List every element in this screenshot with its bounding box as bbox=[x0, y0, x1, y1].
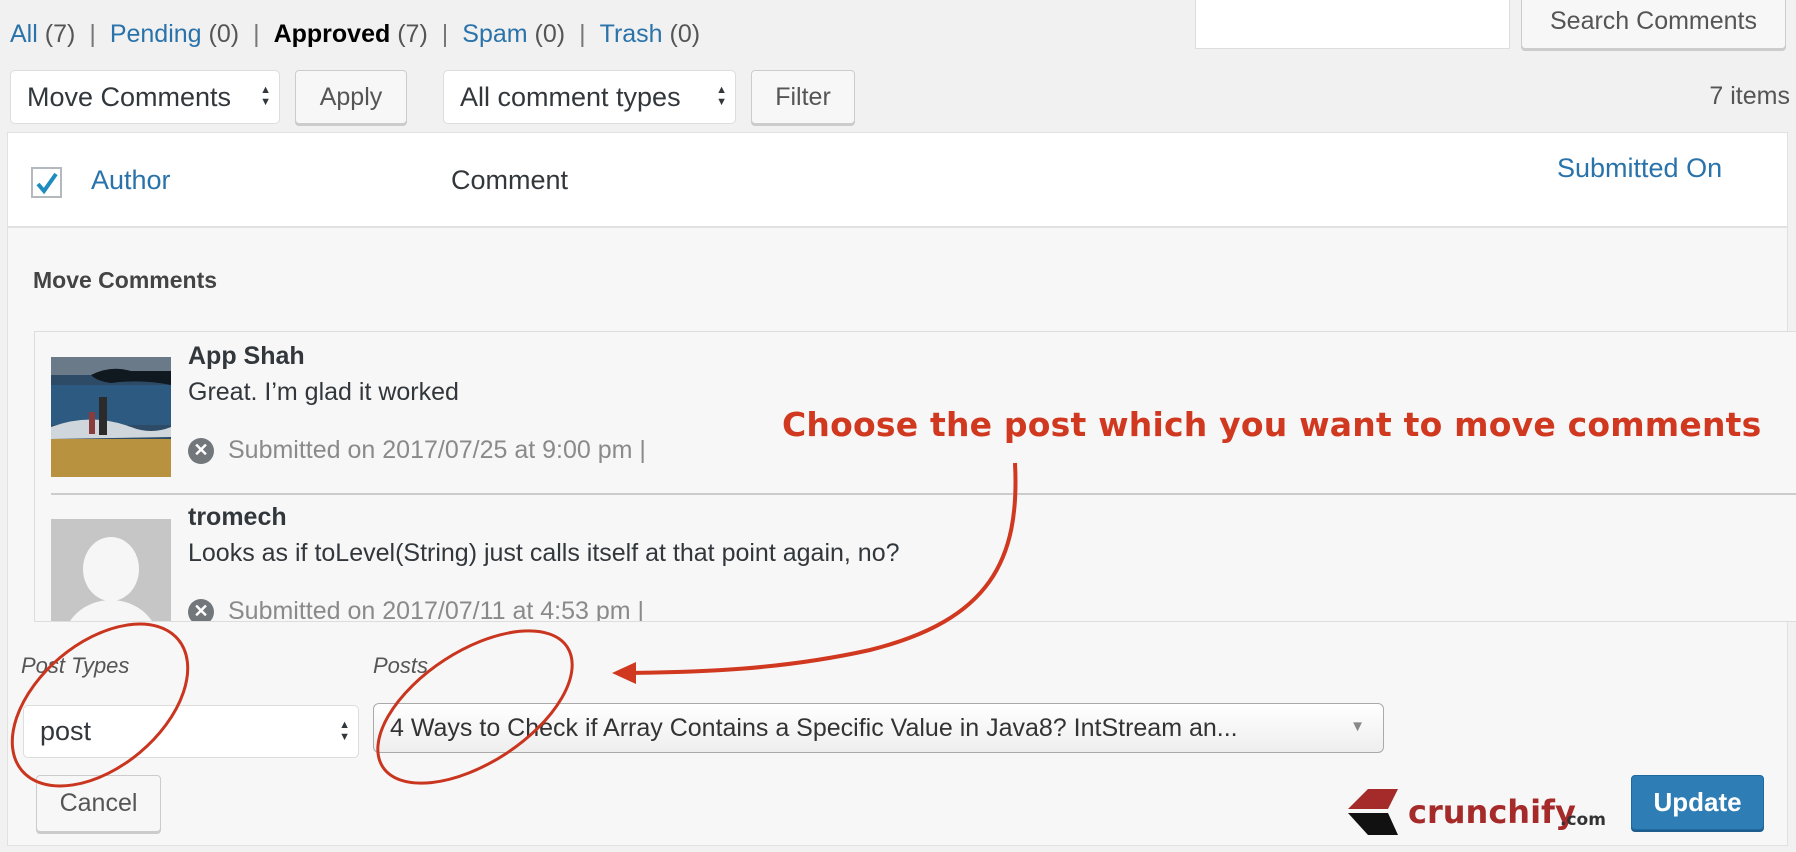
search-comments-button[interactable]: Search Comments bbox=[1521, 0, 1786, 49]
select-arrows-icon: ▲ ▼ bbox=[339, 718, 350, 743]
bulk-action-select[interactable]: Move Comments ▲ ▼ bbox=[10, 70, 280, 124]
posts-label: Posts bbox=[373, 653, 429, 678]
checkmark-icon bbox=[35, 172, 58, 194]
separator: | bbox=[441, 20, 449, 48]
logo-suffix: .com bbox=[1560, 810, 1606, 830]
separator: | bbox=[253, 20, 260, 48]
selected-comments-list[interactable]: App Shah Great. I’m glad it worked ✕ Sub… bbox=[34, 331, 1796, 622]
comment-meta: ✕ Submitted on 2017/07/25 at 9:00 pm | bbox=[188, 436, 646, 465]
status-link-all[interactable]: All (7) bbox=[10, 20, 75, 48]
avatar bbox=[51, 519, 171, 621]
posts-select[interactable]: 4 Ways to Check if Array Contains a Spec… bbox=[373, 703, 1384, 753]
search-comments-input[interactable] bbox=[1195, 0, 1510, 49]
status-link-approved[interactable]: Approved (7) bbox=[274, 20, 428, 48]
comment-type-select[interactable]: All comment types ▲ ▼ bbox=[443, 70, 736, 124]
annotation-text: Choose the post which you want to move c… bbox=[782, 405, 1762, 444]
status-link-spam[interactable]: Spam (0) bbox=[462, 20, 565, 48]
dropdown-arrow-icon: ▼ bbox=[1350, 718, 1365, 735]
apply-button[interactable]: Apply bbox=[295, 70, 407, 124]
comment-author: App Shah bbox=[188, 342, 305, 370]
logo-text: crunchify bbox=[1408, 793, 1576, 831]
separator: | bbox=[579, 20, 586, 48]
post-type-select[interactable]: post ▲ ▼ bbox=[23, 705, 359, 758]
column-submitted-on-sort[interactable]: Submitted On bbox=[1557, 153, 1722, 184]
post-types-label: Post Types bbox=[21, 653, 130, 678]
comment-text: Looks as if toLevel(String) just calls i… bbox=[188, 539, 900, 567]
comments-table: Author Comment Submitted On Move Comment… bbox=[7, 132, 1796, 846]
select-arrows-icon: ▲ ▼ bbox=[716, 84, 727, 108]
select-all-checkbox[interactable] bbox=[31, 167, 62, 198]
filter-button[interactable]: Filter bbox=[751, 70, 855, 124]
crunchify-logo-icon: crunchify .com bbox=[1348, 789, 1606, 835]
default-avatar-icon bbox=[51, 519, 171, 621]
column-comment: Comment bbox=[451, 165, 569, 195]
avatar bbox=[51, 357, 171, 477]
status-filter-links: All (7) | Pending (0) | Approved (7) | Spam (0… bbox=[10, 20, 700, 49]
select-arrows-icon: ▲ ▼ bbox=[260, 84, 271, 108]
separator: | bbox=[89, 20, 96, 48]
remove-comment-icon[interactable]: ✕ bbox=[188, 437, 214, 464]
comment-author: tromech bbox=[188, 503, 287, 531]
divider bbox=[51, 493, 1796, 495]
status-link-trash[interactable]: Trash (0) bbox=[600, 20, 701, 48]
move-comments-title: Move Comments bbox=[33, 267, 218, 293]
crunchify-logo: crunchify .com bbox=[1346, 787, 1606, 837]
cancel-button[interactable]: Cancel bbox=[36, 775, 161, 832]
status-link-pending[interactable]: Pending (0) bbox=[110, 20, 239, 48]
comment-meta: ✕ Submitted on 2017/07/11 at 4:53 pm | bbox=[188, 597, 644, 621]
comment-text: Great. I’m glad it worked bbox=[188, 378, 459, 406]
items-count: 7 items bbox=[1709, 82, 1790, 110]
update-button[interactable]: Update bbox=[1631, 775, 1764, 830]
beach-photo-icon bbox=[51, 357, 171, 477]
column-author-sort[interactable]: Author bbox=[91, 165, 171, 196]
table-header: Author Comment Submitted On bbox=[8, 133, 1787, 228]
remove-comment-icon[interactable]: ✕ bbox=[188, 598, 214, 621]
